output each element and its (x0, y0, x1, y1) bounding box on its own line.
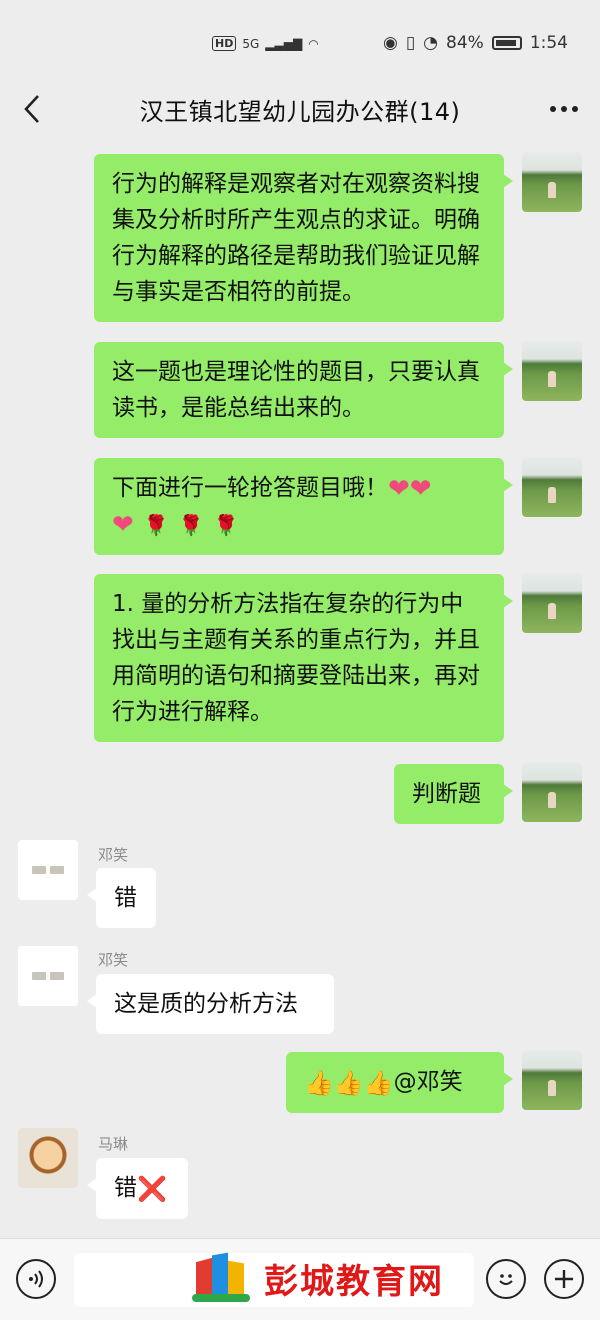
message-text: @邓笑 (393, 1069, 463, 1095)
battery-icon (491, 36, 522, 50)
heart-emoji: ❤ (112, 510, 134, 540)
status-bar: HD 5G ▂▃▅▇ ◠ ◉ ▯ ◔ 84% 1:54 (0, 0, 600, 88)
heart-emoji: ❤ (388, 473, 410, 504)
chat-title: 汉王镇北望幼儿园办公群(14) (139, 97, 461, 126)
my-avatar[interactable] (522, 457, 582, 517)
emoji-icon[interactable] (486, 1259, 526, 1299)
rose-emoji: 🌹 (213, 513, 239, 537)
message-bubble[interactable]: 错❌ (87, 1158, 188, 1219)
watermark: 彭城教育网 (190, 1248, 444, 1308)
message-bubble[interactable]: 判断题 (394, 764, 513, 824)
message-text: 下面进行一轮抢答题目哦！ (112, 475, 388, 501)
message-bubble[interactable]: 下面进行一轮抢答题目哦！❤❤ ❤ 🌹 🌹 🌹 (94, 458, 513, 555)
message-bubble[interactable]: 这一题也是理论性的题目，只要认真读书，是能总结出来的。 (94, 342, 513, 438)
message-text: 错 (114, 1175, 137, 1201)
status-left: HD 5G ▂▃▅▇ ◠ (212, 36, 319, 51)
message-text: 行为的解释是观察者对在观察资料搜集及分析时所产生观点的求证。明确行为解释的路径是… (112, 171, 480, 305)
watermark-text: 彭城教育网 (264, 1261, 444, 1302)
clock: 1:54 (529, 33, 568, 53)
contact-avatar[interactable] (18, 1128, 78, 1188)
message-text: 1. 量的分析方法指在复杂的行为中找出与主题有关系的重点行为，并且用简明的语句和… (112, 591, 480, 725)
message-bubble[interactable]: 这是质的分析方法 (87, 974, 334, 1034)
back-icon[interactable] (18, 92, 48, 126)
contact-avatar[interactable] (18, 946, 78, 1006)
message-text: 错 (114, 885, 137, 911)
message-bubble[interactable]: 行为的解释是观察者对在观察资料搜集及分析时所产生观点的求证。明确行为解释的路径是… (94, 154, 513, 322)
thumbs-up-emoji: 👍 (304, 1068, 334, 1097)
message-bubble[interactable]: 1. 量的分析方法指在复杂的行为中找出与主题有关系的重点行为，并且用简明的语句和… (94, 574, 513, 742)
hd-badge: HD (212, 36, 237, 51)
network-label: 5G (242, 36, 260, 51)
plus-icon[interactable] (544, 1259, 584, 1299)
message-bubble[interactable]: 错 (87, 868, 156, 928)
eye-icon: ◉ (382, 33, 398, 53)
message-bubble[interactable]: 👍👍👍@邓笑 (286, 1052, 513, 1113)
thumbs-up-emoji: 👍 (333, 1068, 364, 1097)
my-avatar[interactable] (522, 573, 582, 633)
thumbs-up-emoji: 👍 (363, 1068, 394, 1097)
my-avatar[interactable] (522, 341, 582, 401)
sender-name: 邓笑 (98, 846, 129, 864)
signal-icon: ▂▃▅▇ (265, 36, 303, 51)
heart-emoji: ❤ (409, 473, 432, 504)
my-avatar[interactable] (522, 762, 582, 822)
my-avatar[interactable] (522, 1050, 582, 1110)
voice-icon[interactable] (16, 1259, 56, 1299)
rose-emoji: 🌹 (143, 513, 169, 537)
chat-header: 汉王镇北望幼儿园办公群(14) (0, 80, 600, 138)
more-icon[interactable] (550, 106, 578, 112)
rose-emoji: 🌹 (178, 513, 204, 537)
status-right: ◉ ▯ ◔ 84% 1:54 (383, 33, 568, 53)
cross-mark-emoji: ❌ (137, 1174, 167, 1203)
watermark-logo (190, 1248, 254, 1308)
wifi-icon: ◠ (308, 36, 319, 51)
contact-avatar[interactable] (18, 840, 78, 900)
battery-percent: 84% (446, 33, 484, 53)
message-text: 这一题也是理论性的题目，只要认真读书，是能总结出来的。 (112, 359, 480, 421)
speed-icon: ◔ (423, 33, 439, 53)
sender-name: 马琳 (98, 1135, 129, 1153)
message-text: 这是质的分析方法 (114, 991, 298, 1017)
my-avatar[interactable] (522, 152, 582, 212)
vibrate-icon: ▯ (405, 33, 416, 53)
message-text: 判断题 (412, 781, 481, 807)
sender-name: 邓笑 (98, 951, 129, 969)
